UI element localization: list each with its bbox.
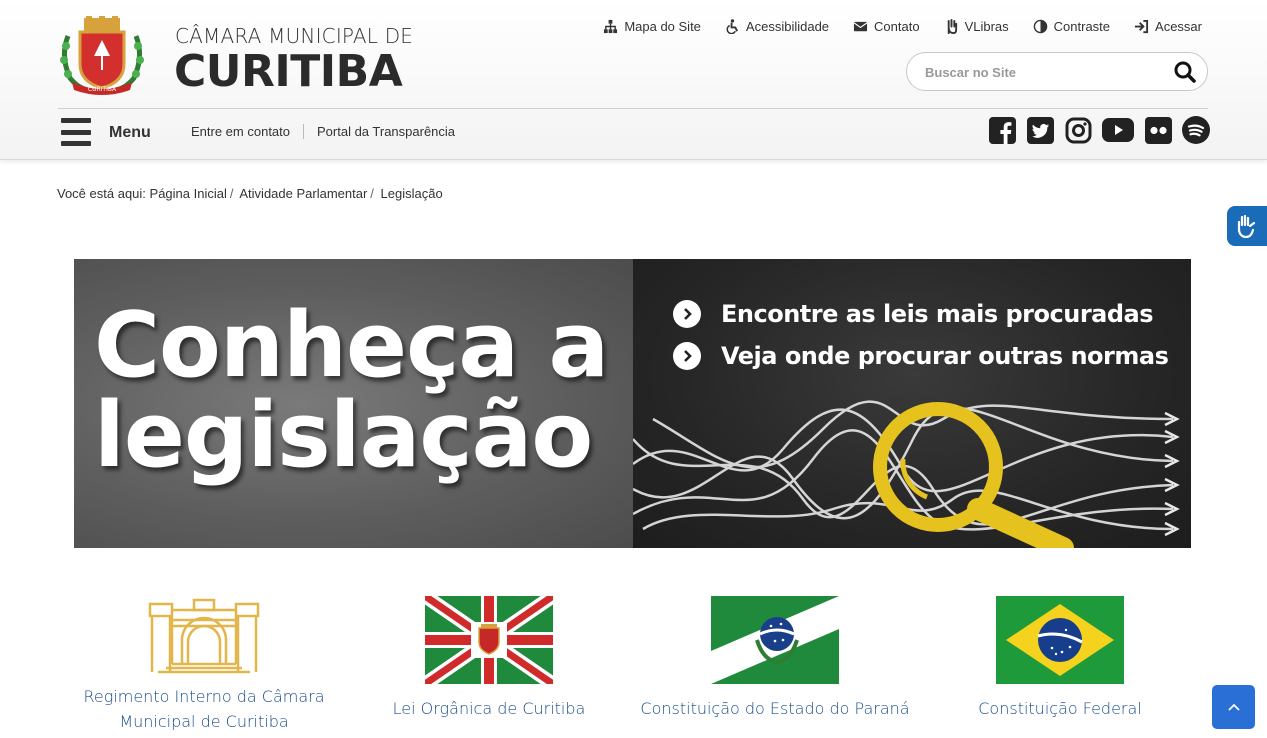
envelope-icon [853, 21, 868, 32]
wheelchair-icon [726, 19, 738, 34]
sign-language-icon [1237, 214, 1256, 239]
toplink-label: Acessibilidade [745, 19, 830, 34]
crest-ribbon-text: CURITIBA [88, 86, 117, 93]
chevron-up-icon [1227, 703, 1240, 711]
facebook-icon[interactable] [988, 116, 1016, 144]
menu-button[interactable]: Menu [61, 118, 151, 146]
header-sublinks: Entre em contato Portal da Transparência [191, 124, 455, 139]
social-links [988, 116, 1210, 144]
twitter-icon[interactable] [1026, 116, 1054, 144]
banner-title-line1: Conheça a [94, 293, 609, 398]
breadcrumb-prefix: Você está aqui: [57, 186, 146, 201]
toplink-mapa-do-site[interactable]: Mapa do Site [603, 19, 701, 34]
banner-bullet: Encontre as leis mais procuradas [673, 300, 1154, 328]
toplink-contraste[interactable]: Contraste [1033, 19, 1110, 34]
toplink-acessibilidade[interactable]: Acessibilidade [725, 19, 829, 34]
brazil-flag-icon [996, 596, 1124, 684]
toplink-label: Acessar [1155, 19, 1202, 34]
hamburger-icon [61, 118, 91, 146]
card-constituicao-parana[interactable]: Constituição do Estado do Paraná [640, 596, 910, 721]
breadcrumb-home[interactable]: Página Inicial [150, 186, 227, 201]
banner-title-line2: legislação [94, 383, 593, 488]
flickr-icon[interactable] [1144, 116, 1172, 144]
toplink-vlibras[interactable]: VLibras [944, 19, 1009, 34]
vlibras-widget-button[interactable] [1227, 206, 1267, 246]
tangled-arrows-magnifier-illustration [633, 400, 1180, 548]
chevron-right-icon [673, 300, 701, 328]
instagram-icon[interactable] [1064, 116, 1092, 144]
sign-in-icon [1134, 19, 1149, 34]
card-regimento-interno[interactable]: Regimento Interno da Câmara Municipal de… [74, 596, 334, 734]
hand-icon [947, 19, 957, 34]
search-box [906, 52, 1208, 91]
card-label: Constituição do Estado do Paraná [640, 699, 910, 718]
contrast-icon [1033, 19, 1047, 34]
link-portal-transparencia[interactable]: Portal da Transparência [317, 124, 455, 139]
breadcrumb-current: Legislação [380, 186, 443, 201]
menu-label: Menu [109, 124, 151, 141]
site-header: CURITIBA CÂMARA MUNICIPAL DE CURITIBA Ma… [0, 0, 1267, 160]
site-title[interactable]: CURITIBA [174, 46, 403, 97]
search-icon[interactable] [1173, 60, 1197, 84]
link-entre-em-contato[interactable]: Entre em contato [191, 124, 290, 139]
back-to-top-button[interactable] [1212, 685, 1255, 729]
card-lei-organica[interactable]: Lei Orgânica de Curitiba [374, 596, 604, 721]
card-label: Constituição Federal [978, 699, 1142, 718]
breadcrumb: Você está aqui: Página Inicial / Atividad… [57, 186, 443, 201]
curitiba-flag-icon [425, 596, 553, 684]
toplink-acessar[interactable]: Acessar [1134, 19, 1202, 34]
banner-left-panel: Conheça a legislação [74, 259, 633, 548]
toplink-label: Contato [874, 19, 920, 34]
card-constituicao-federal[interactable]: Constituição Federal [960, 596, 1160, 721]
youtube-icon[interactable] [1102, 116, 1134, 144]
top-links: Mapa do Site Acessibilidade Contato VLib… [603, 19, 1202, 34]
toplink-contato[interactable]: Contato [853, 19, 920, 34]
hero-banner[interactable]: Conheça a legislação Encontre as leis ma… [74, 259, 1191, 548]
sitemap-icon [604, 19, 618, 34]
banner-bullet-text: Veja onde procurar outras normas [721, 342, 1169, 370]
site-title-small: CÂMARA MUNICIPAL DE [175, 24, 414, 48]
toplink-label: Contraste [1053, 19, 1111, 34]
banner-bullet: Veja onde procurar outras normas [673, 342, 1169, 370]
search-input[interactable] [925, 62, 1165, 82]
curitiba-crest-icon[interactable]: CURITIBA [58, 16, 146, 96]
card-label: Lei Orgânica de Curitiba [392, 699, 586, 718]
sublink-divider [303, 124, 304, 139]
breadcrumb-atividade-parlamentar[interactable]: Atividade Parlamentar [239, 186, 367, 201]
banner-title: Conheça a legislação [94, 293, 609, 488]
banner-right-panel: Encontre as leis mais procuradas Veja on… [633, 259, 1191, 548]
building-icon [148, 598, 260, 674]
chevron-right-icon [673, 342, 701, 370]
toplink-label: Mapa do Site [624, 19, 701, 34]
spotify-icon[interactable] [1182, 116, 1210, 144]
header-divider [58, 108, 1208, 109]
parana-flag-icon [711, 596, 839, 684]
banner-bullet-text: Encontre as leis mais procuradas [721, 300, 1154, 328]
toplink-label: VLibras [964, 19, 1009, 34]
card-label: Regimento Interno da Câmara Municipal de… [83, 687, 325, 731]
